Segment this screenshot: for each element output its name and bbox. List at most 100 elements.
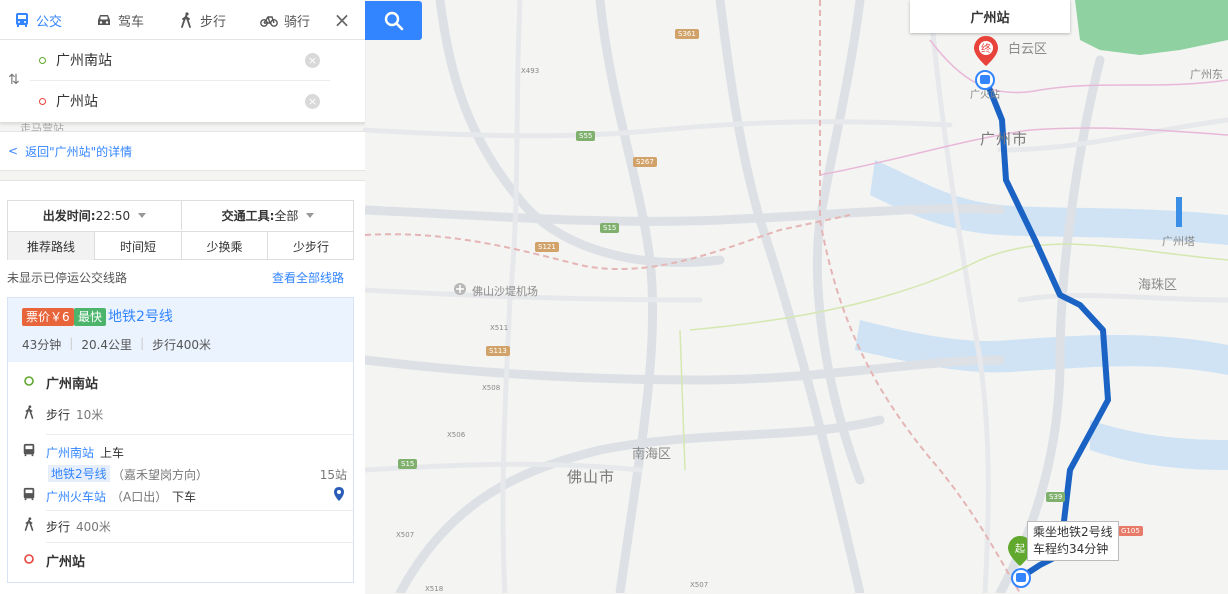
search-button[interactable] bbox=[365, 1, 422, 40]
end-station-name: 广州站 bbox=[970, 11, 1010, 26]
notice-bar: 未显示已停运公交线路 查看全部线路 bbox=[7, 269, 354, 289]
road-shield: X508 bbox=[482, 384, 501, 392]
clear-icon[interactable]: × bbox=[305, 53, 320, 68]
road-shield: S15 bbox=[600, 223, 620, 233]
sort-tab-label: 时间短 bbox=[119, 239, 156, 254]
road-shield: S39 bbox=[1046, 492, 1066, 502]
label-nanhai: 南海区 bbox=[632, 447, 672, 462]
destination-value: 广州站 bbox=[56, 94, 98, 110]
tooltip-line: 乘坐地铁2号线 bbox=[1033, 525, 1113, 539]
bus-icon bbox=[16, 13, 28, 27]
close-icon[interactable]: × bbox=[332, 10, 352, 30]
fare-badge: 票价￥6 bbox=[22, 308, 74, 326]
sort-tab-fewer-transfers[interactable]: 少换乘 bbox=[182, 231, 268, 260]
road-shield: X493 bbox=[521, 67, 540, 75]
origin-field[interactable]: 广州南站 × bbox=[30, 40, 330, 81]
road-shield: S113 bbox=[486, 346, 510, 356]
tab-label: 公交 bbox=[36, 14, 63, 30]
back-to-details-link[interactable]: < 返回"广州站"的详情 bbox=[0, 131, 365, 171]
swap-icon[interactable]: ⇅ bbox=[8, 72, 24, 90]
alight-exit: （A口出） bbox=[111, 490, 168, 504]
route-card-header[interactable]: 票价￥6 最快 地铁2号线 43分钟 | 20.4公里 | 步行400米 bbox=[8, 298, 353, 362]
start-marker-text: 起 bbox=[1015, 543, 1025, 555]
transport-mode-bar: 公交 驾车 步行 骑行 × bbox=[0, 0, 365, 40]
transport-select[interactable]: 交通工具: 全部 bbox=[182, 201, 354, 230]
bike-icon bbox=[260, 16, 278, 27]
line-tag[interactable]: 地铁2号线 bbox=[48, 465, 110, 482]
label-station-short: 广火站 bbox=[970, 90, 1000, 101]
back-link-label: 返回"广州站"的详情 bbox=[25, 144, 133, 159]
tab-label: 骑行 bbox=[284, 14, 311, 30]
tooltip-line: 车程约34分钟 bbox=[1033, 542, 1109, 556]
route-filters: 出发时间: 22:50 交通工具: 全部 推荐路线 时间短 少换乘 少步行 bbox=[7, 200, 354, 260]
route-name: 地铁2号线 bbox=[108, 309, 173, 325]
label-haizhu: 海珠区 bbox=[1138, 278, 1178, 293]
destination-dot-icon bbox=[22, 552, 36, 566]
road-shield: X507 bbox=[396, 531, 415, 539]
tab-car[interactable]: 驾车 bbox=[96, 0, 144, 40]
board-station[interactable]: 广州南站 bbox=[46, 444, 94, 461]
tab-walk[interactable]: 步行 bbox=[178, 0, 226, 40]
bus-icon bbox=[22, 443, 36, 457]
step-board: 广州南站 上车 bbox=[8, 440, 353, 462]
origin-dot-icon bbox=[22, 374, 36, 388]
notice-text: 未显示已停运公交线路 bbox=[7, 271, 128, 285]
road-shield: S15 bbox=[398, 459, 418, 469]
walk-distance: 10米 bbox=[76, 408, 104, 422]
route-card: 票价￥6 最快 地铁2号线 43分钟 | 20.4公里 | 步行400米 广州南站 … bbox=[7, 297, 354, 583]
walk-label: 步行 bbox=[46, 408, 71, 422]
tab-label: 步行 bbox=[200, 14, 227, 30]
walk-label: 步行 bbox=[46, 520, 71, 534]
fastest-badge: 最快 bbox=[74, 308, 107, 326]
line-direction: （嘉禾望岗方向） bbox=[112, 468, 209, 482]
label-canton-tower: 广州塔 bbox=[1162, 235, 1195, 248]
sort-tab-shortest-time[interactable]: 时间短 bbox=[95, 231, 182, 260]
walk-icon bbox=[22, 517, 36, 531]
road-shield: X511 bbox=[490, 324, 509, 332]
search-icon bbox=[384, 11, 403, 30]
road-shield: S267 bbox=[633, 157, 657, 167]
walk-icon bbox=[181, 12, 191, 28]
depart-time-select[interactable]: 出发时间: 22:50 bbox=[8, 201, 182, 230]
step-start: 广州南站 bbox=[8, 370, 353, 392]
end-station-label[interactable]: 广州站 bbox=[910, 0, 1070, 33]
board-action: 上车 bbox=[100, 446, 125, 460]
step-end-name: 广州站 bbox=[46, 555, 86, 570]
caret-down-icon bbox=[138, 213, 147, 218]
label-baiyun: 白云区 bbox=[1008, 42, 1048, 57]
step-start-name: 广州南站 bbox=[46, 377, 99, 392]
tab-label: 驾车 bbox=[118, 14, 145, 30]
road-shield: X507 bbox=[690, 581, 709, 589]
alight-station[interactable]: 广州火车站 bbox=[46, 488, 106, 505]
tab-bus[interactable]: 公交 bbox=[14, 0, 62, 40]
label-foshan-city: 佛山市 bbox=[567, 468, 616, 486]
label-guangzhou-east: 广州东 bbox=[1190, 68, 1223, 81]
destination-field[interactable]: 广州站 × bbox=[30, 81, 330, 121]
step-end: 广州站 bbox=[8, 548, 353, 570]
sort-tab-recommended[interactable]: 推荐路线 bbox=[8, 231, 95, 260]
route-summary: 43分钟 | 20.4公里 | 步行400米 bbox=[22, 336, 212, 352]
end-marker-text: 终 bbox=[981, 42, 991, 55]
clear-icon[interactable]: × bbox=[305, 94, 320, 109]
route-duration: 43分钟 bbox=[22, 338, 62, 352]
road-shield: S121 bbox=[535, 242, 559, 252]
origin-value: 广州南站 bbox=[56, 53, 112, 69]
label-guangzhou-city: 广州市 bbox=[980, 130, 1029, 148]
view-all-routes-link[interactable]: 查看全部线路 bbox=[272, 269, 344, 286]
destination-dot-icon bbox=[39, 97, 46, 105]
step-line: 地铁2号线 （嘉禾望岗方向） 15站 bbox=[8, 462, 353, 484]
results-panel: 出发时间: 22:50 交通工具: 全部 推荐路线 时间短 少换乘 少步行 未显… bbox=[0, 180, 365, 594]
walk-icon bbox=[22, 405, 36, 419]
tab-bike[interactable]: 骑行 bbox=[260, 0, 310, 40]
step-walk: 步行 400米 bbox=[8, 514, 353, 536]
bus-icon bbox=[22, 487, 36, 501]
route-input-panel: ⇅ 广州南站 × 广州站 × bbox=[0, 40, 365, 123]
road-shield: X506 bbox=[447, 431, 466, 439]
transport-value: 全部 bbox=[274, 209, 299, 223]
sort-tab-less-walking[interactable]: 少步行 bbox=[268, 231, 354, 260]
location-pin-icon[interactable] bbox=[333, 486, 345, 505]
label-shadi-airport: 佛山沙堤机场 bbox=[472, 285, 538, 298]
route-tooltip: 乘坐地铁2号线 车程约34分钟 bbox=[1027, 521, 1119, 561]
line-stops[interactable]: 15站 bbox=[320, 466, 347, 483]
sort-tab-label: 少步行 bbox=[292, 239, 329, 254]
